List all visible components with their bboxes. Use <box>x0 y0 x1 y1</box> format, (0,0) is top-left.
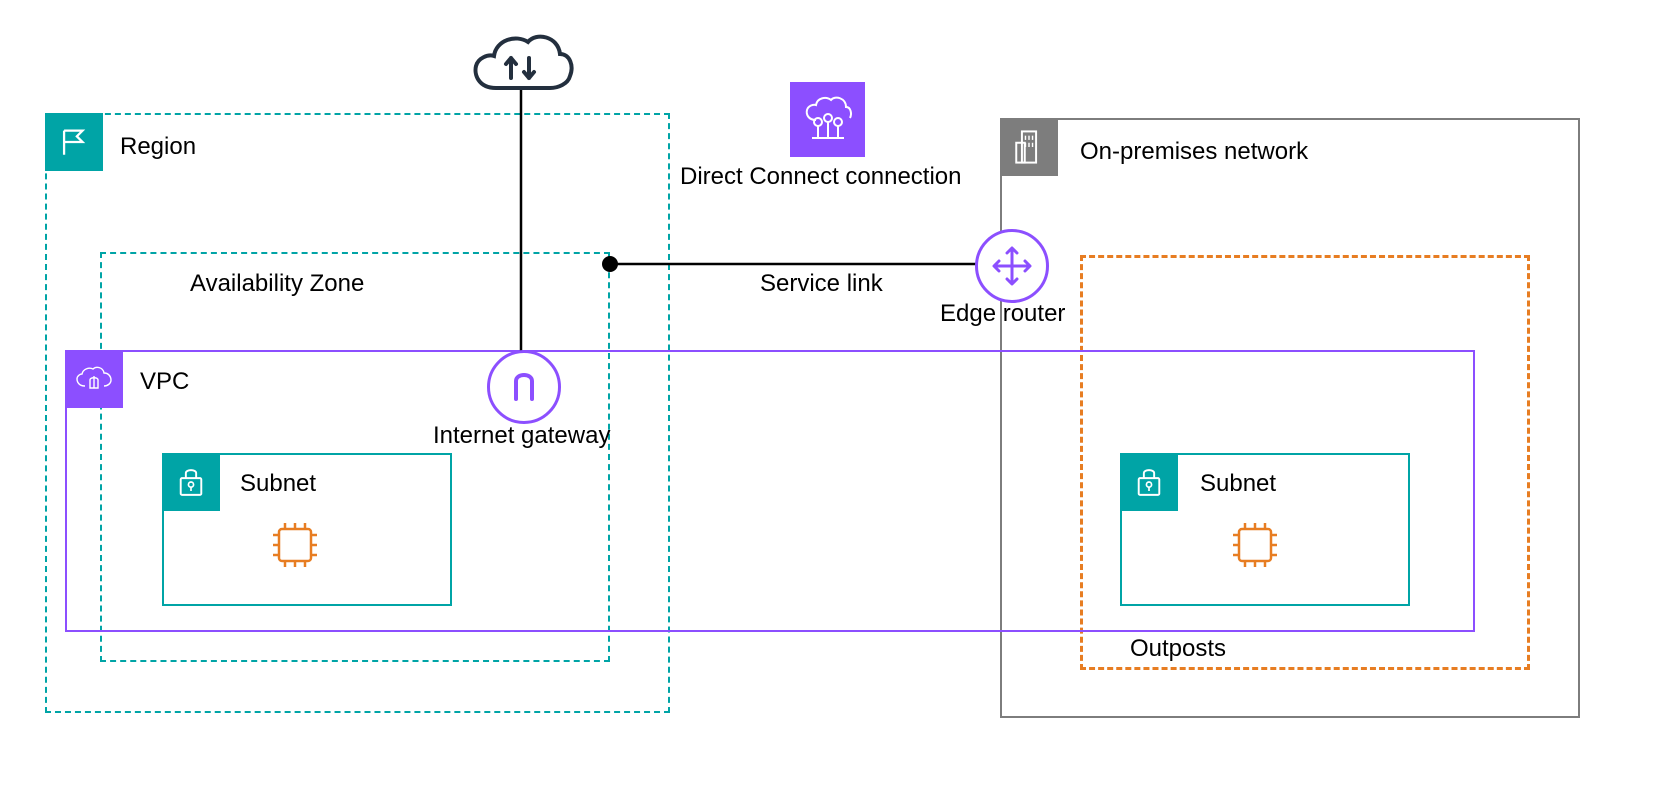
service-link-label: Service link <box>760 270 883 298</box>
connector-cloud-igw <box>519 90 523 353</box>
subnet-outposts-icon <box>1120 453 1178 511</box>
az-label: Availability Zone <box>190 270 364 298</box>
region-label: Region <box>120 133 196 161</box>
vpc-icon <box>65 350 123 408</box>
direct-connect-icon <box>790 82 865 157</box>
subnet-region-icon <box>162 453 220 511</box>
outposts-label: Outposts <box>1130 635 1226 663</box>
vpc-label: VPC <box>140 368 189 396</box>
edge-router-icon <box>975 229 1049 303</box>
onprem-label: On-premises network <box>1080 138 1308 166</box>
edge-router-label: Edge router <box>940 300 1065 328</box>
internet-gateway-icon <box>487 350 561 424</box>
onprem-icon <box>1000 118 1058 176</box>
direct-connect-label: Direct Connect connection <box>680 163 961 191</box>
subnet-region-chip-icon <box>265 515 325 575</box>
subnet-region-label: Subnet <box>240 470 316 498</box>
region-icon <box>45 113 103 171</box>
internet-gateway-label: Internet gateway <box>433 422 610 450</box>
subnet-outposts-chip-icon <box>1225 515 1285 575</box>
subnet-outposts-label: Subnet <box>1200 470 1276 498</box>
